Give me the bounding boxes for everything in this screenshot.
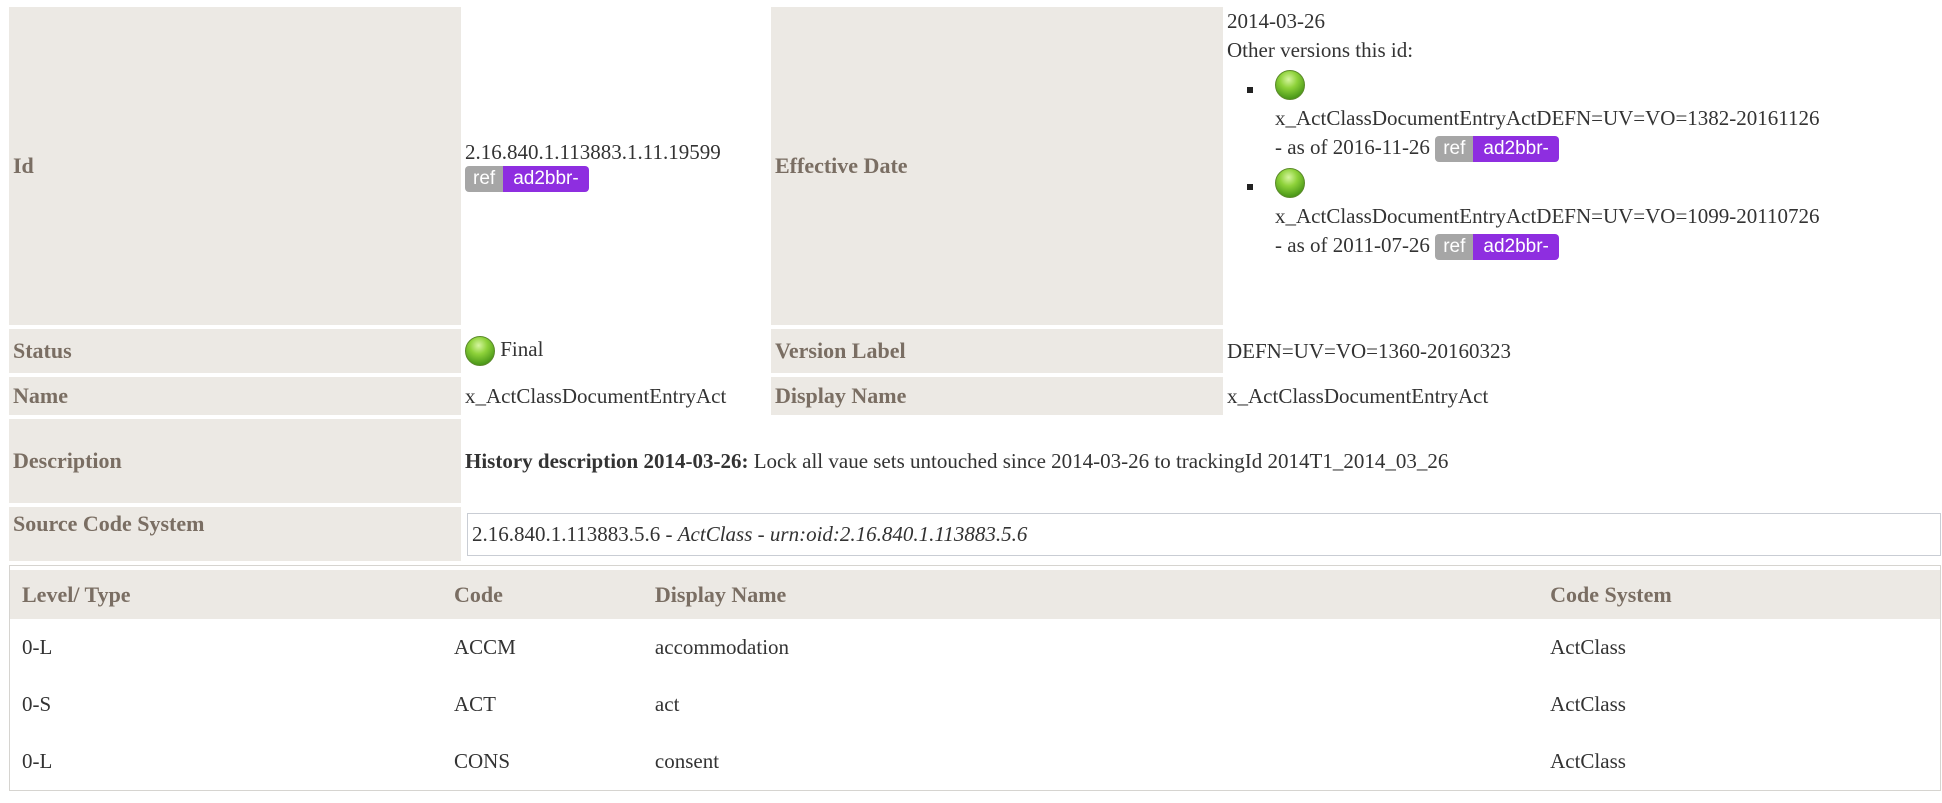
project-badge: ad2bbr- <box>503 166 589 193</box>
source-code-system-cell: 2.16.840.1.113883.5.6 - ActClass - urn:o… <box>461 507 1941 561</box>
status-ball-icon <box>1275 70 1305 101</box>
effective-date-value: 2014-03-26 <box>1227 9 1325 33</box>
display-name-label: Display Name <box>771 377 1223 415</box>
concepts-header-row: Level/ Type Code Display Name Code Syste… <box>10 566 1940 619</box>
separator: - <box>660 521 678 546</box>
ref-badge: ref <box>1435 233 1474 260</box>
cell-code: CONS <box>454 749 511 773</box>
cell-level-type: 0-L <box>22 749 53 773</box>
concepts-table: Level/ Type Code Display Name Code Syste… <box>10 566 1940 790</box>
status-value: Final <box>500 336 544 361</box>
bullet-icon <box>1247 184 1253 191</box>
version-label-label: Version Label <box>771 329 1223 373</box>
table-row: 0-L ACCM accommodation ActClass <box>10 619 1940 676</box>
status-label: Status <box>9 329 461 373</box>
id-value: 2.16.840.1.113883.1.11.19599 <box>465 139 721 164</box>
separator: - <box>752 521 770 546</box>
ref-badge: ref <box>1435 136 1474 163</box>
cell-code-system: ActClass <box>1550 692 1626 716</box>
cell-display-name: accommodation <box>654 635 790 659</box>
description-value-cell: History description 2014-03-26: Lock all… <box>461 419 1941 503</box>
other-versions-label: Other versions this id: <box>1227 38 1414 62</box>
cell-code: ACT <box>454 692 496 716</box>
id-label: Id <box>9 7 461 325</box>
display-name-value: x_ActClassDocumentEntryAct <box>1223 377 1941 415</box>
ref-badge: ref <box>465 166 504 193</box>
source-code-system-label: Source Code System <box>9 507 461 561</box>
cell-display-name: act <box>654 692 680 716</box>
name-value: x_ActClassDocumentEntryAct <box>461 377 771 415</box>
cell-code-system: ActClass <box>1550 635 1626 659</box>
version-name[interactable]: x_ActClassDocumentEntryActDEFN=UV=VO=109… <box>1275 202 1937 231</box>
version-item: x_ActClassDocumentEntryActDEFN=UV=VO=109… <box>1247 166 1937 260</box>
description-prefix: History description 2014-03-26: <box>465 448 749 473</box>
source-code-system-box: 2.16.840.1.113883.5.6 - ActClass - urn:o… <box>467 512 1941 556</box>
version-name[interactable]: x_ActClassDocumentEntryActDEFN=UV=VO=138… <box>1275 104 1937 133</box>
valueset-page: Id 2.16.840.1.113883.1.11.19599 ref ad2b… <box>9 7 1941 791</box>
cell-level-type: 0-L <box>22 635 53 659</box>
code-system-oid: 2.16.840.1.113883.5.6 <box>472 521 661 546</box>
cell-code: ACCM <box>454 635 516 659</box>
version-item: x_ActClassDocumentEntryActDEFN=UV=VO=138… <box>1247 69 1937 163</box>
bullet-icon <box>1247 87 1253 93</box>
code-system-name: ActClass <box>677 521 753 546</box>
id-value-cell: 2.16.840.1.113883.1.11.19599 ref ad2bbr- <box>461 7 771 325</box>
description-label: Description <box>9 419 461 503</box>
column-header-display-name[interactable]: Display Name <box>642 566 1539 619</box>
column-header-level-type[interactable]: Level/ Type <box>10 566 442 619</box>
version-label-value: DEFN=UV=VO=1360-20160323 <box>1223 329 1941 373</box>
column-header-code-system[interactable]: Code System <box>1538 566 1940 619</box>
effective-date-cell: 2014-03-26 Other versions this id: x_Act… <box>1223 7 1941 325</box>
other-versions-list: x_ActClassDocumentEntryActDEFN=UV=VO=138… <box>1227 69 1937 260</box>
id-badge[interactable]: ref ad2bbr- <box>465 166 589 193</box>
table-row: 0-S ACT act ActClass <box>10 676 1940 733</box>
column-header-code[interactable]: Code <box>442 566 643 619</box>
description-text: Lock all vaue sets untouched since 2014-… <box>748 448 1449 473</box>
effective-date-label: Effective Date <box>771 7 1223 325</box>
cell-level-type: 0-S <box>22 692 52 716</box>
version-as-of: - as of 2016-11-26 <box>1275 135 1430 160</box>
table-row: 0-L CONS consent ActClass <box>10 733 1940 790</box>
name-label: Name <box>9 377 461 415</box>
version-badge[interactable]: ref ad2bbr- <box>1435 233 1559 260</box>
project-badge: ad2bbr- <box>1473 136 1559 163</box>
project-badge: ad2bbr- <box>1473 233 1559 260</box>
code-system-urn: urn:oid:2.16.840.1.113883.5.6 <box>769 521 1028 546</box>
cell-display-name: consent <box>654 749 720 773</box>
status-ball-icon <box>1275 167 1305 198</box>
cell-code-system: ActClass <box>1550 749 1626 773</box>
green-ball-icon <box>465 336 495 366</box>
valueset-metadata-table: Id 2.16.840.1.113883.1.11.19599 ref ad2b… <box>9 3 1941 565</box>
version-badge[interactable]: ref ad2bbr- <box>1435 136 1559 163</box>
status-value-cell: Final <box>461 329 771 373</box>
version-as-of: - as of 2011-07-26 <box>1275 232 1430 257</box>
concepts-table-wrapper: Level/ Type Code Display Name Code Syste… <box>9 565 1941 791</box>
